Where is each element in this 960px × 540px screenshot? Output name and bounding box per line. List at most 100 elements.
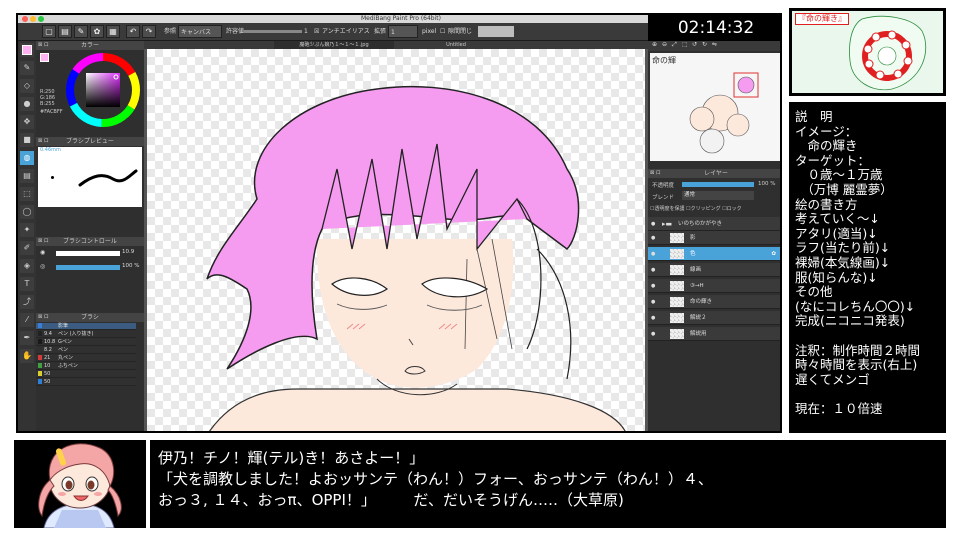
ref-select[interactable]: キャンバス xyxy=(178,25,222,38)
bucket-tool-icon[interactable]: ◍ xyxy=(20,151,34,165)
brush-name: 影筆 xyxy=(58,323,69,329)
select-eraser-icon[interactable]: ◈ xyxy=(20,259,34,273)
zoom-out-icon[interactable]: ⊖ xyxy=(662,41,667,48)
dot-tool-icon[interactable]: ● xyxy=(20,97,34,111)
lock-label: ロック xyxy=(726,206,742,212)
visibility-eye-icon[interactable]: ● xyxy=(651,327,655,341)
rotate-left-icon[interactable]: ↺ xyxy=(692,41,697,48)
note-line xyxy=(795,387,942,402)
brush-size: 8.2 xyxy=(44,347,52,353)
gear-icon[interactable]: ✿ xyxy=(90,25,104,38)
layer-name: 解説２ xyxy=(690,315,707,321)
brush-color-swatch xyxy=(38,363,42,368)
brush-item[interactable]: 9.4 ペン (入り抜き) xyxy=(36,331,136,338)
grid-icon[interactable]: ▦ xyxy=(106,25,120,38)
color-swatch-icon[interactable] xyxy=(20,43,34,57)
layer-row[interactable]: ● 命の輝き xyxy=(648,295,780,309)
visibility-eye-icon[interactable]: ● xyxy=(651,295,655,309)
note-line: 遅くてメンゴ xyxy=(795,371,870,387)
operation-tool-icon[interactable]: ⤴ xyxy=(20,295,34,309)
antialias-checkbox-icon[interactable]: ☒ xyxy=(314,25,319,38)
visibility-eye-icon[interactable]: ● xyxy=(651,311,655,325)
visibility-eye-icon[interactable]: ● xyxy=(651,279,655,293)
brush-item[interactable]: 21 丸ペン xyxy=(36,355,136,362)
brush-color-swatch xyxy=(38,371,42,376)
layer-opacity-slider[interactable] xyxy=(682,182,754,187)
tolerance-slider[interactable] xyxy=(244,30,302,33)
note-line: 説 明 xyxy=(795,109,833,124)
brush-item[interactable]: 10 ふちペン xyxy=(36,363,136,370)
avatar-illustration xyxy=(14,440,146,528)
blend-select[interactable]: 通常 xyxy=(682,191,754,200)
brush-preview-area: 0.46mm xyxy=(38,147,142,207)
brush-item[interactable]: 影筆 xyxy=(36,323,136,330)
visibility-eye-icon[interactable]: ● xyxy=(651,217,655,231)
size-slider[interactable] xyxy=(56,251,120,256)
rotate-right-icon[interactable]: ↻ xyxy=(702,41,707,48)
comment-icon[interactable]: ✎ xyxy=(74,25,88,38)
brush-tool-icon[interactable]: ✎ xyxy=(20,61,34,75)
gap-checkbox-icon[interactable]: ☐ xyxy=(440,25,445,38)
brush-item[interactable]: 50 xyxy=(36,371,136,378)
folder-icon: ▸▬ xyxy=(662,220,673,228)
layer-row[interactable]: ● 線画 xyxy=(648,263,780,277)
brush-item[interactable]: 50 xyxy=(36,379,136,386)
select-tool-icon[interactable]: ⬚ xyxy=(20,187,34,201)
layer-settings-icon[interactable]: ✿ xyxy=(771,247,776,261)
gap-slider[interactable] xyxy=(478,26,514,37)
hand-icon[interactable]: ✋ xyxy=(20,349,34,363)
layer-folder-row[interactable]: ● ▸▬ いのちのかがやき xyxy=(648,217,780,231)
zoom-in-icon[interactable]: ⊕ xyxy=(652,41,657,48)
select-pen-icon[interactable]: ✐ xyxy=(20,241,34,255)
drawing-canvas[interactable] xyxy=(147,49,645,431)
navigator-preview[interactable]: 命の輝 xyxy=(650,53,780,161)
visibility-eye-icon[interactable]: ● xyxy=(651,247,655,261)
layer-row[interactable]: ● 解説用 xyxy=(648,327,780,341)
layer-row[interactable]: ● 影 xyxy=(648,231,780,245)
gradient-tool-icon[interactable]: ▤ xyxy=(20,169,34,183)
text-tool-icon[interactable]: T xyxy=(20,277,34,291)
eyedropper-icon[interactable]: ⁄ xyxy=(20,313,34,327)
magic-wand-icon[interactable]: ✦ xyxy=(20,223,34,237)
layer-row[interactable]: ● ③→H xyxy=(648,279,780,293)
move-tool-icon[interactable]: ✥ xyxy=(20,115,34,129)
brush-item[interactable]: 10.8 Gペン xyxy=(36,339,136,346)
brush-size: 50 xyxy=(44,371,51,377)
brush-list: 影筆 9.4 ペン (入り抜き) 10.8 Gペン 8.2 ペン 21 丸ペン 10 ふちペン 50 5… xyxy=(36,323,144,393)
folder-icon[interactable]: ▤ xyxy=(58,25,72,38)
brush-name: ペン xyxy=(58,347,69,353)
layer-scrollbar[interactable] xyxy=(780,217,782,377)
protect-label: 透明度を保護 xyxy=(654,206,685,212)
note-line: ラフ(当たり前)↓ xyxy=(795,240,891,256)
redo-icon[interactable]: ↷ xyxy=(142,25,156,38)
video-frame: MediBang Paint Pro (64bit) ▢ ▤ ✎ ✿ ▦ ↶ ↷… xyxy=(0,0,960,540)
brush-item[interactable]: 8.2 ペン xyxy=(36,347,136,354)
tab-document-1[interactable]: 魔砲少ぷん娘乃１～１～１.jpg xyxy=(274,41,394,49)
actual-size-icon[interactable]: ⬚ xyxy=(682,41,688,48)
visibility-eye-icon[interactable]: ● xyxy=(651,263,655,277)
pen-icon[interactable]: ✒ xyxy=(20,331,34,345)
layer-name: ③→H xyxy=(690,283,704,289)
eraser-tool-icon[interactable]: ◇ xyxy=(20,79,34,93)
layer-row[interactable]: ● 色 ✿ xyxy=(648,247,780,261)
tab-document-2[interactable]: Untitled xyxy=(396,41,516,49)
document-tabs: 魔砲少ぷん娘乃１～１～１.jpg Untitled xyxy=(144,41,648,49)
finished-thumbnail: 『命の輝き』 xyxy=(792,11,943,93)
foreground-color-swatch[interactable] xyxy=(40,53,49,62)
color-wheel[interactable] xyxy=(66,53,140,127)
brush-opacity-slider[interactable] xyxy=(56,265,120,270)
lasso-tool-icon[interactable]: ◯ xyxy=(20,205,34,219)
size-value: 10.9 xyxy=(122,249,135,255)
visibility-eye-icon[interactable]: ● xyxy=(651,231,655,245)
fit-icon[interactable]: ⤢ xyxy=(672,41,677,49)
new-doc-icon[interactable]: ▢ xyxy=(42,25,56,38)
undo-icon[interactable]: ↶ xyxy=(126,25,140,38)
brush-name: 丸ペン xyxy=(58,355,74,361)
layer-row[interactable]: ● 解説２ xyxy=(648,311,780,325)
flip-icon[interactable]: ⇋ xyxy=(712,41,717,48)
fill-rect-tool-icon[interactable]: ■ xyxy=(20,133,34,147)
brush-size: 10 xyxy=(44,363,51,369)
brush-color-swatch xyxy=(38,379,42,384)
finished-thumbnail-frame: 『命の輝き』 xyxy=(789,8,946,96)
expand-input[interactable]: 1 xyxy=(388,25,418,38)
